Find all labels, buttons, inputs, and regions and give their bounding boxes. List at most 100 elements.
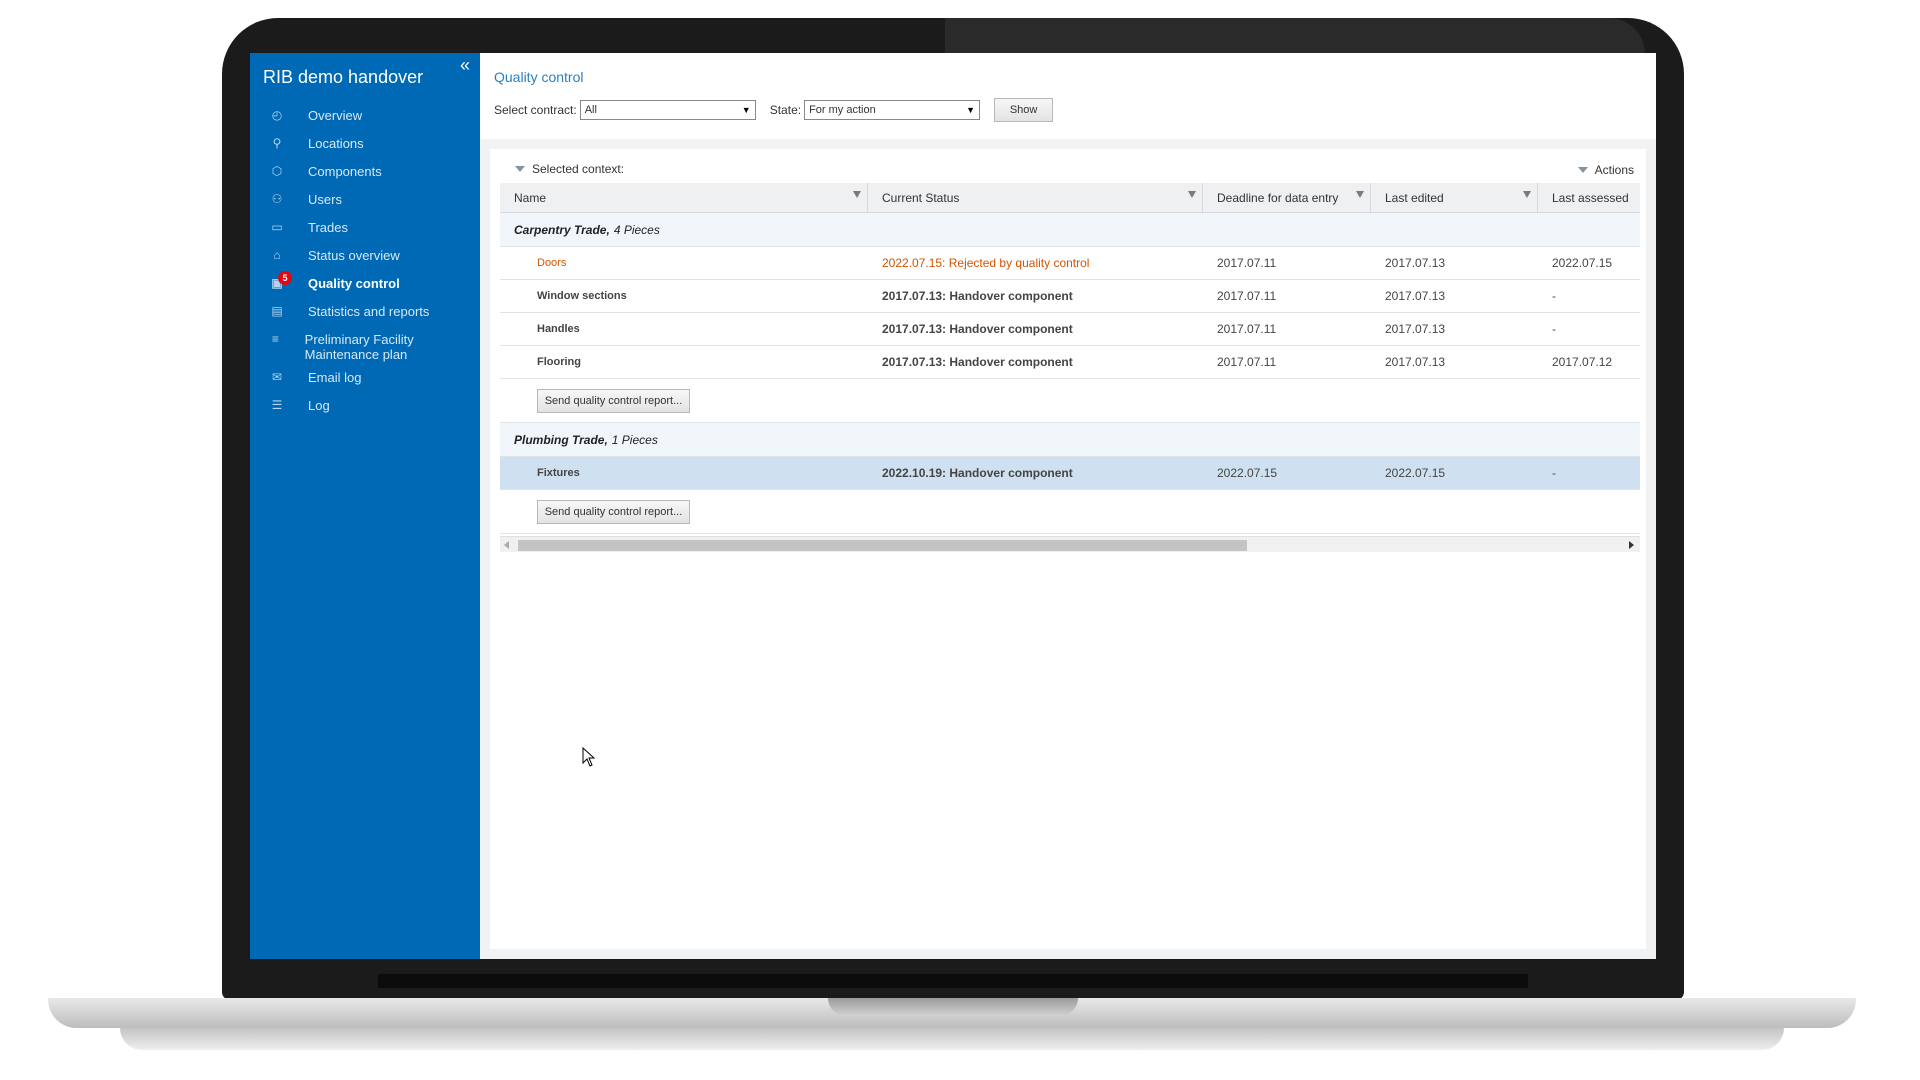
- column-header-label: Name: [514, 190, 547, 205]
- group-name: Plumbing Trade,: [514, 432, 608, 447]
- state-select[interactable]: For my action ▼: [804, 100, 981, 120]
- mouse-pointer-icon: [582, 747, 596, 767]
- components-grid: Name Current Status Deadline for data en…: [500, 183, 1640, 552]
- sidebar-item-label: Preliminary Facility Maintenance plan: [304, 332, 414, 362]
- cell-assessed: -: [1552, 322, 1556, 336]
- users-icon: ⚇: [271, 192, 283, 206]
- scrollbar-thumb[interactable]: [518, 540, 1247, 551]
- location-pin-icon: ⚲: [272, 136, 282, 150]
- page-title: Quality control: [494, 69, 584, 85]
- sidebar-item-quality-control[interactable]: ▣ 5 Quality control: [250, 271, 480, 303]
- results-panel: Selected context: Actions Name Current S…: [490, 149, 1646, 949]
- sidebar-item-label: Log: [308, 398, 330, 413]
- selected-context-toggle[interactable]: Selected context:: [515, 162, 624, 176]
- sidebar-item-label: Locations: [308, 136, 364, 151]
- cell-edited: 2017.07.13: [1385, 289, 1446, 303]
- show-button[interactable]: Show: [994, 98, 1054, 122]
- contract-select[interactable]: All ▼: [579, 100, 756, 120]
- sidebar-item-locations[interactable]: ⚲ Locations: [250, 135, 480, 163]
- filter-panel: Quality control Select contract: All ▼ S…: [480, 53, 1656, 139]
- group-count: 4 Pieces: [613, 222, 660, 237]
- cell-status: 2017.07.13: Handover component: [882, 289, 1073, 303]
- sidebar-item-log[interactable]: ☰ Log: [250, 397, 480, 425]
- scroll-right-arrow-icon[interactable]: [1629, 541, 1634, 549]
- sidebar: « RIB demo handover ◴ Overview ⚲ Locations ⬡…: [250, 53, 480, 959]
- sidebar-item-label: Trades: [308, 220, 348, 235]
- table-row[interactable]: Fixtures 2022.10.19: Handover component 20…: [500, 457, 1640, 490]
- send-quality-control-report-button[interactable]: Send quality control report...: [537, 499, 690, 524]
- cell-deadline: 2017.07.11: [1217, 355, 1277, 369]
- sidebar-item-label: Components: [308, 164, 382, 179]
- sidebar-item-preliminary-facility-maintenance-plan[interactable]: ≡ Preliminary Facility Maintenance plan: [250, 331, 480, 369]
- cell-name[interactable]: Handles: [500, 323, 868, 335]
- cell-assessed: 2017.07.12: [1552, 355, 1613, 369]
- column-header-label: Last edited: [1385, 190, 1444, 205]
- filter-icon[interactable]: [853, 191, 861, 198]
- actions-menu[interactable]: Actions: [1577, 163, 1634, 177]
- column-header-deadline[interactable]: Deadline for data entry: [1203, 183, 1371, 212]
- grid-body: Carpentry Trade, 4 Pieces Doors 2022.07.15:…: [500, 213, 1640, 534]
- cell-deadline: 2017.07.11: [1217, 256, 1277, 270]
- selected-context-label: Selected context:: [532, 162, 625, 176]
- column-header-label: Current Status: [882, 190, 960, 205]
- cell-edited: 2017.07.13: [1385, 355, 1446, 369]
- main-content: Quality control Select contract: All ▼ S…: [480, 53, 1656, 959]
- group-row[interactable]: Plumbing Trade, 1 Pieces: [500, 423, 1640, 457]
- table-row[interactable]: Handles 2017.07.13: Handover component 201…: [500, 313, 1640, 346]
- expand-triangle-icon: [515, 166, 525, 172]
- filter-icon[interactable]: [1356, 191, 1364, 198]
- cell-name[interactable]: Doors: [500, 257, 868, 269]
- app-title: RIB demo handover: [263, 67, 424, 87]
- column-header-label: Last assessed: [1552, 190, 1629, 205]
- sidebar-item-users[interactable]: ⚇ Users: [250, 191, 480, 219]
- envelope-icon: ✉: [271, 370, 283, 384]
- column-header-last-edited[interactable]: Last edited: [1371, 183, 1538, 212]
- sidebar-item-email-log[interactable]: ✉ Email log: [250, 369, 480, 397]
- collapse-sidebar-icon[interactable]: «: [460, 55, 470, 76]
- screen: « RIB demo handover ◴ Overview ⚲ Locations ⬡…: [250, 53, 1656, 959]
- cell-deadline: 2017.07.11: [1217, 289, 1277, 303]
- column-header-last-assessed[interactable]: Last assessed: [1538, 183, 1640, 212]
- cell-status: 2022.07.15: Rejected by quality control: [882, 256, 1090, 270]
- send-quality-control-report-button[interactable]: Send quality control report...: [537, 388, 690, 413]
- cell-name[interactable]: Fixtures: [500, 467, 868, 479]
- list-icon: ☰: [271, 398, 283, 412]
- cube-icon: ⬡: [271, 164, 283, 178]
- report-button-row: Send quality control report...: [500, 490, 1640, 534]
- sidebar-item-label: Statistics and reports: [308, 304, 430, 319]
- table-row[interactable]: Flooring 2017.07.13: Handover component 20…: [500, 346, 1640, 379]
- cell-edited: 2017.07.13: [1385, 256, 1446, 270]
- cell-deadline: 2017.07.11: [1217, 322, 1277, 336]
- group-row[interactable]: Carpentry Trade, 4 Pieces: [500, 213, 1640, 247]
- cell-edited: 2022.07.15: [1385, 466, 1446, 480]
- table-row[interactable]: Doors 2022.07.15: Rejected by quality con…: [500, 247, 1640, 280]
- cell-status: 2022.10.19: Handover component: [882, 466, 1073, 480]
- contract-select-value: All: [584, 104, 597, 116]
- column-header-current-status[interactable]: Current Status: [868, 183, 1203, 212]
- sidebar-item-label: Email log: [308, 370, 362, 385]
- cell-name[interactable]: Window sections: [500, 290, 868, 302]
- sidebar-item-label: Quality control: [308, 276, 400, 291]
- column-header-name[interactable]: Name: [500, 183, 868, 212]
- sidebar-item-overview[interactable]: ◴ Overview: [250, 107, 480, 135]
- state-select-value: For my action: [809, 104, 876, 116]
- scroll-left-arrow-icon[interactable]: [504, 541, 509, 549]
- sidebar-nav: ◴ Overview ⚲ Locations ⬡ Components ⚇ Users ▭ Tra…: [250, 107, 480, 425]
- document-icon: ▤: [271, 304, 283, 318]
- state-label: State:: [769, 103, 802, 117]
- contract-label: Select contract:: [494, 103, 577, 117]
- laptop-notch: [828, 998, 1078, 1016]
- filter-icon[interactable]: [1523, 191, 1531, 198]
- sidebar-item-statistics-and-reports[interactable]: ▤ Statistics and reports: [250, 303, 480, 331]
- sidebar-item-components[interactable]: ⬡ Components: [250, 163, 480, 191]
- sidebar-item-trades[interactable]: ▭ Trades: [250, 219, 480, 247]
- chevron-down-icon: ▼: [741, 105, 751, 115]
- cell-deadline: 2022.07.15: [1217, 466, 1278, 480]
- filter-icon[interactable]: [1188, 191, 1196, 198]
- cell-assessed: 2022.07.15: [1552, 256, 1613, 270]
- cell-assessed: -: [1552, 466, 1556, 480]
- cell-name[interactable]: Flooring: [500, 356, 868, 368]
- table-row[interactable]: Window sections 2017.07.13: Handover comp…: [500, 280, 1640, 313]
- tag-icon: ⌂: [273, 248, 281, 262]
- horizontal-scrollbar[interactable]: [500, 536, 1640, 552]
